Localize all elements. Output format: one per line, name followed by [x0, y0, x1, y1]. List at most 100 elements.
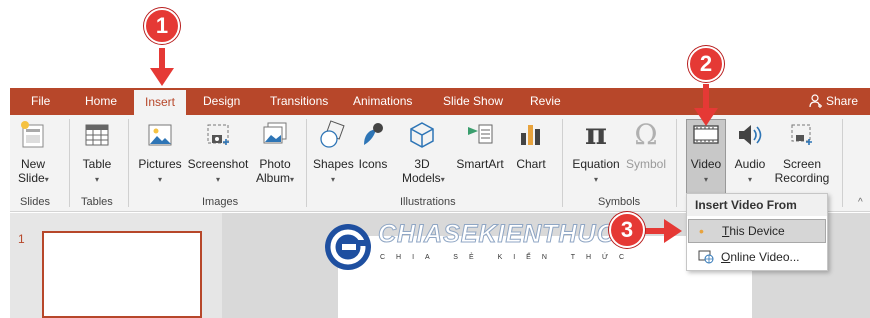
- new-slide-label-2: Slide: [18, 171, 45, 185]
- photo-album-icon: [263, 122, 287, 144]
- chart-label: Chart: [516, 157, 546, 171]
- new-slide-label-1: New: [20, 157, 45, 171]
- chevron-down-icon: ▾: [747, 175, 752, 184]
- tab-animations[interactable]: Animations: [353, 88, 412, 115]
- group-label-illustrations: Illustrations: [400, 196, 456, 208]
- film-icon: [693, 125, 719, 144]
- 3d-models-button[interactable]: 3D Models▾: [402, 119, 445, 187]
- tab-transitions[interactable]: Transitions: [270, 88, 328, 115]
- insert-video-menu: Insert Video From • This Device Online V…: [686, 193, 828, 271]
- menu-item-this-device-label: his Device: [729, 224, 785, 238]
- group-divider: [128, 119, 129, 207]
- chevron-down-icon: ▾: [215, 175, 220, 184]
- chevron-down-icon: ▾: [44, 175, 49, 184]
- group-label-tables: Tables: [81, 196, 113, 208]
- omega-icon: Ω: [634, 118, 658, 151]
- screen-recording-button[interactable]: Screen Recording: [773, 119, 831, 185]
- step-marker-2: 2: [688, 46, 724, 82]
- screenshot-label: Screenshot: [187, 157, 249, 171]
- menu-item-online-video-accel: O: [721, 250, 731, 264]
- chevron-down-icon: ▾: [593, 175, 598, 184]
- equation-button[interactable]: π Equation ▾: [568, 119, 624, 187]
- symbol-button[interactable]: Ω Symbol: [624, 118, 668, 172]
- chevron-down-icon: ▾: [440, 175, 445, 184]
- icons-label: Icons: [358, 157, 388, 171]
- step-marker-1: 1: [144, 8, 180, 44]
- bullet-dot-icon: •: [699, 223, 704, 239]
- smartart-button[interactable]: SmartArt: [453, 119, 507, 171]
- step-marker-3: 3: [609, 212, 645, 248]
- slide-number: 1: [18, 232, 25, 246]
- speaker-icon: [739, 125, 762, 145]
- chart-icon: [521, 125, 540, 145]
- menu-item-online-video[interactable]: Online Video...: [688, 245, 826, 269]
- person-icon: [809, 94, 822, 108]
- smartart-label: SmartArt: [456, 157, 504, 171]
- slide-thumbnail[interactable]: [42, 231, 202, 318]
- chevron-down-icon: ▾: [290, 175, 295, 184]
- symbol-label: Symbol: [625, 157, 666, 171]
- 3d-models-label-1: 3D: [414, 157, 430, 171]
- menu-item-this-device[interactable]: • This Device: [688, 219, 826, 243]
- shapes-icon: [320, 120, 345, 148]
- cube-icon: [410, 122, 434, 148]
- group-divider: [69, 119, 70, 207]
- chevron-down-icon: ▾: [703, 175, 708, 184]
- screenshot-button[interactable]: Screenshot ▾: [185, 119, 251, 187]
- group-divider: [676, 119, 677, 207]
- audio-button[interactable]: Audio ▾: [732, 119, 768, 187]
- table-button[interactable]: Table ▾: [80, 119, 114, 187]
- menu-item-online-video-label: nline Video...: [730, 250, 800, 264]
- picture-icon: [148, 124, 172, 146]
- pictures-button[interactable]: Pictures ▾: [137, 119, 183, 187]
- table-label: Table: [82, 157, 112, 171]
- chiasekienthuc-logo-icon: [325, 224, 371, 270]
- smartart-icon: [468, 124, 493, 144]
- tab-review[interactable]: Revie: [530, 88, 561, 115]
- equation-label: Equation: [572, 157, 620, 171]
- pictures-label: Pictures: [138, 157, 182, 171]
- icons-icon: [364, 123, 383, 145]
- new-slide-button[interactable]: New Slide▾: [18, 119, 49, 187]
- chevron-down-icon: ▾: [94, 175, 99, 184]
- tab-slide-show[interactable]: Slide Show: [443, 88, 503, 115]
- tab-design[interactable]: Design: [203, 88, 240, 115]
- new-slide-icon: [21, 121, 44, 148]
- watermark-title: CHIASEKIENTHUC: [378, 220, 616, 249]
- group-label-images: Images: [202, 196, 239, 208]
- screen-recording-label-1: Screen: [782, 157, 822, 171]
- group-label-slides: Slides: [20, 196, 50, 208]
- photo-album-button[interactable]: Photo Album▾: [253, 119, 297, 187]
- shapes-label: Shapes: [313, 157, 354, 171]
- icons-button[interactable]: Icons: [356, 119, 390, 171]
- chart-button[interactable]: Chart: [514, 119, 548, 171]
- online-video-icon: [698, 250, 714, 264]
- group-divider: [842, 119, 843, 207]
- table-icon: [85, 124, 109, 146]
- group-divider: [306, 119, 307, 207]
- photo-album-label-2: Album: [255, 171, 290, 185]
- tab-file[interactable]: File: [31, 88, 50, 115]
- screen-recording-label-2: Recording: [774, 171, 830, 185]
- share-label: Share: [825, 94, 858, 108]
- screen-recording-icon: [791, 124, 812, 145]
- shapes-button[interactable]: Shapes ▾: [313, 119, 354, 187]
- watermark-subtitle: CHIA SẺ KIẾN THỨC: [380, 254, 636, 261]
- ribbon-tab-bar: File Home Insert Design Transitions Anim…: [10, 88, 870, 115]
- tab-home[interactable]: Home: [85, 88, 117, 115]
- screenshot-icon: [207, 124, 229, 145]
- group-divider: [562, 119, 563, 207]
- pi-icon: π: [585, 117, 607, 152]
- 3d-models-label-2: Models: [402, 171, 441, 185]
- share-button[interactable]: Share: [809, 88, 858, 115]
- collapse-ribbon-icon[interactable]: ^: [858, 197, 863, 208]
- tab-insert[interactable]: Insert: [134, 90, 187, 115]
- audio-label: Audio: [734, 157, 766, 171]
- chevron-down-icon: ▾: [330, 175, 335, 184]
- chevron-down-icon: ▾: [157, 175, 162, 184]
- photo-album-label-1: Photo: [259, 157, 291, 171]
- group-label-symbols: Symbols: [598, 196, 641, 208]
- video-label: Video: [690, 157, 722, 171]
- menu-header: Insert Video From: [687, 194, 827, 216]
- video-button[interactable]: Video ▾: [686, 119, 726, 187]
